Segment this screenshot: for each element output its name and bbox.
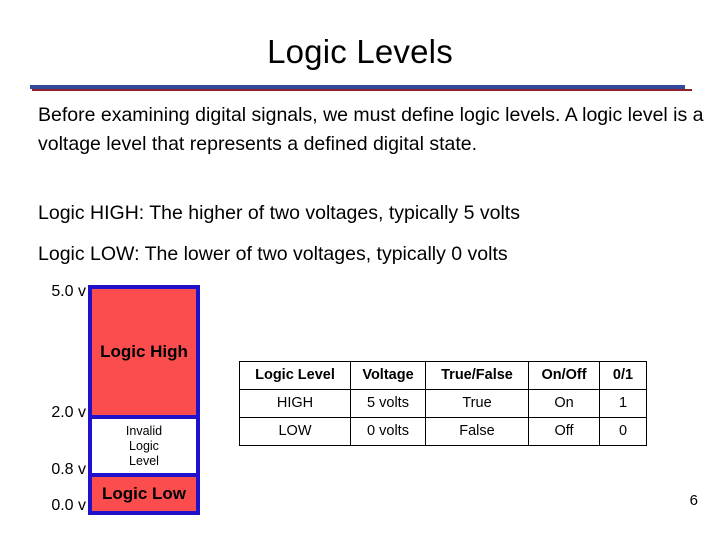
voltage-level-diagram: 5.0 v 2.0 v 0.8 v 0.0 v Logic High Inval… bbox=[30, 283, 205, 519]
band-logic-high-label: Logic High bbox=[100, 342, 188, 361]
table-header-binary: 0/1 bbox=[599, 361, 647, 390]
title-divider bbox=[30, 85, 692, 91]
table-row: HIGH 5 volts True On 1 bbox=[239, 389, 647, 418]
table-header-true-false: True/False bbox=[425, 361, 529, 390]
voltage-label-5v: 5.0 v bbox=[51, 283, 86, 300]
table-header-logic-level: Logic Level bbox=[239, 361, 351, 390]
table-cell-voltage: 5 volts bbox=[350, 389, 426, 418]
logic-high-definition: Logic HIGH: The higher of two voltages, … bbox=[38, 202, 520, 224]
table-cell-on-off: Off bbox=[528, 417, 600, 446]
band-logic-low-label: Logic Low bbox=[101, 484, 187, 503]
voltage-band-box: Logic High Invalid Logic Level Logic Low bbox=[88, 285, 200, 515]
logic-levels-table: Logic Level Voltage True/False On/Off 0/… bbox=[239, 361, 647, 446]
table-cell-voltage: 0 volts bbox=[350, 417, 426, 446]
voltage-label-0p8v: 0.8 v bbox=[51, 461, 86, 478]
intro-paragraph: Before examining digital signals, we mus… bbox=[38, 104, 704, 155]
band-invalid-logic-level: Invalid Logic Level bbox=[92, 419, 196, 477]
voltage-label-0v: 0.0 v bbox=[51, 497, 86, 514]
table-header-row: Logic Level Voltage True/False On/Off 0/… bbox=[239, 361, 647, 390]
table-cell-true-false: True bbox=[425, 389, 529, 418]
table-header-voltage: Voltage bbox=[350, 361, 426, 390]
band-invalid-label-line3: Level bbox=[129, 453, 159, 468]
table-cell-binary: 1 bbox=[599, 389, 647, 418]
band-logic-high: Logic High bbox=[92, 289, 196, 419]
table-cell-logic-level: HIGH bbox=[239, 389, 351, 418]
voltage-axis-labels: 5.0 v 2.0 v 0.8 v 0.0 v bbox=[30, 283, 86, 519]
title-divider-red-line bbox=[32, 89, 692, 91]
table-cell-true-false: False bbox=[425, 417, 529, 446]
table-header-on-off: On/Off bbox=[528, 361, 600, 390]
page-title: Logic Levels bbox=[267, 33, 453, 70]
table-cell-on-off: On bbox=[528, 389, 600, 418]
band-logic-low: Logic Low bbox=[92, 477, 196, 511]
band-invalid-label-line2: Logic bbox=[129, 438, 159, 453]
logic-low-definition: Logic LOW: The lower of two voltages, ty… bbox=[38, 243, 508, 265]
table-row: LOW 0 volts False Off 0 bbox=[239, 417, 647, 446]
voltage-label-2v: 2.0 v bbox=[51, 404, 86, 421]
band-invalid-label-line1: Invalid bbox=[125, 423, 163, 438]
table-cell-logic-level: LOW bbox=[239, 417, 351, 446]
page-number: 6 bbox=[689, 492, 698, 509]
table-cell-binary: 0 bbox=[599, 417, 647, 446]
